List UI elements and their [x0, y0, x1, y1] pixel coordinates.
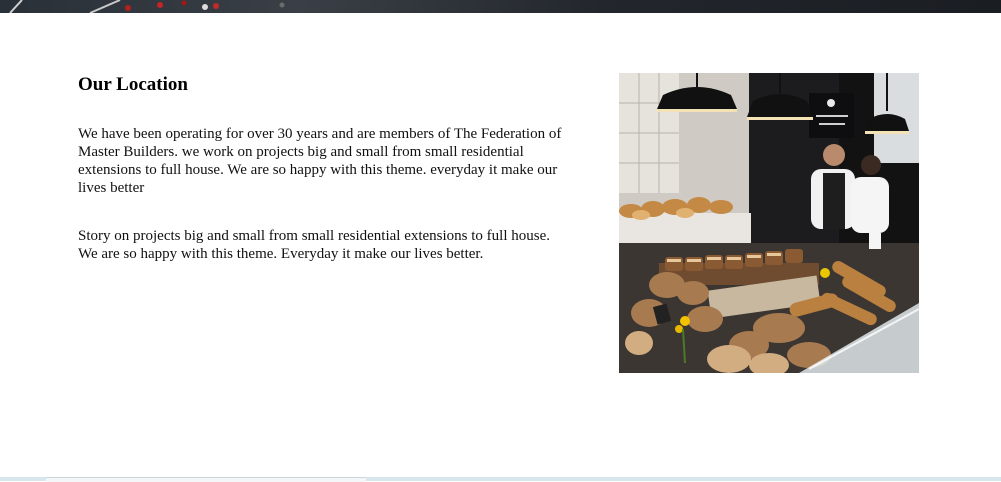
location-paragraph-1: We have been operating for over 30 years…: [78, 126, 562, 196]
location-heading: Our Location: [78, 74, 188, 95]
bakery-illustration: [619, 73, 919, 373]
location-section: Our Location We have been operating for …: [0, 13, 1001, 477]
top-banner-image: [0, 0, 1001, 13]
bottom-tab[interactable]: [46, 477, 366, 482]
bakery-photo: [619, 73, 919, 373]
location-paragraph-2: Story on projects big and small from sma…: [78, 228, 551, 262]
banner-decor: [9, 0, 285, 13]
